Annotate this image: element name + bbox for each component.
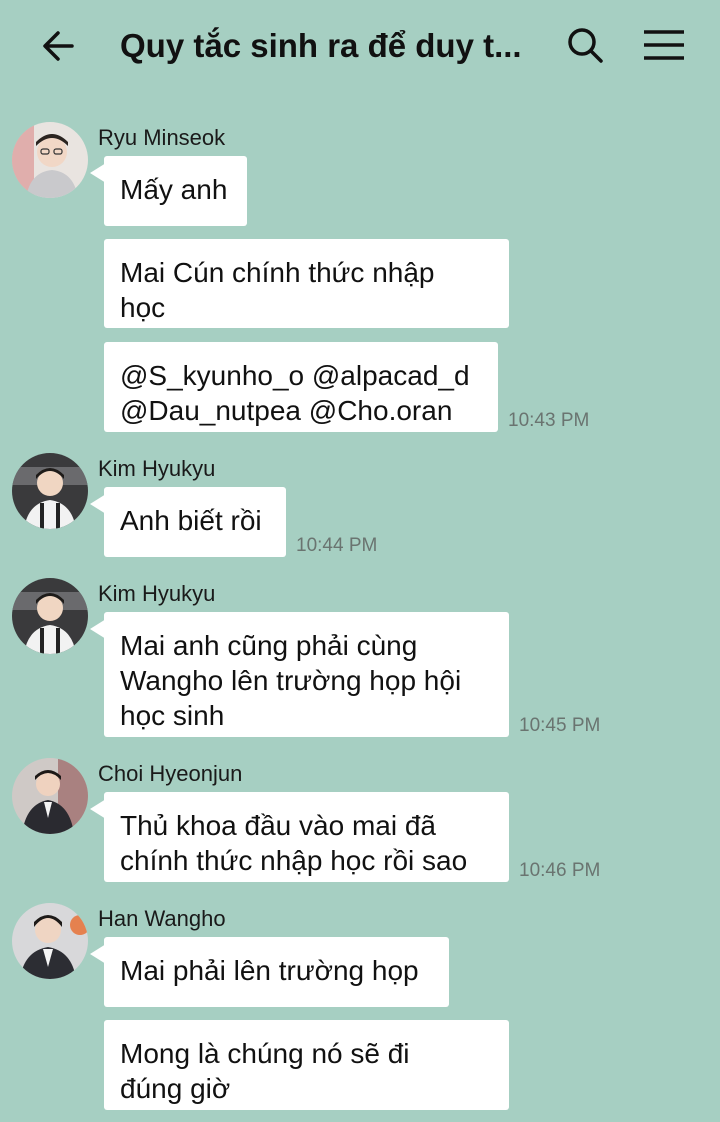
message-text: Mai phải lên trường họp [120, 955, 419, 986]
back-button[interactable] [34, 22, 82, 70]
profile-photo-icon [12, 903, 88, 979]
message-bubble[interactable]: Anh biết rồi [104, 487, 286, 557]
menu-button[interactable] [640, 22, 688, 68]
message-text: Mấy anh [120, 174, 228, 205]
message-bubble[interactable]: Mai phải lên trường họp [104, 937, 449, 1007]
message-text: @S_kyunho_o @alpacad_d [120, 360, 470, 391]
message-bubble[interactable]: Thủ khoa đầu vào mai đã chính thức nhập … [104, 792, 509, 882]
avatar[interactable] [12, 758, 88, 834]
sender-name: Han Wangho [98, 906, 226, 931]
message-text: học [120, 292, 166, 323]
message-timestamp: 10:45 PM [519, 715, 601, 736]
profile-photo-icon [12, 453, 88, 529]
message-timestamp: 10:43 PM [508, 410, 590, 431]
message-timestamp: 10:46 PM [519, 860, 601, 881]
message-text: Mai anh cũng phải cùng [120, 630, 418, 661]
profile-photo-icon [12, 122, 88, 198]
sender-name: Kim Hyukyu [98, 456, 216, 481]
hamburger-menu-icon [644, 30, 684, 60]
message-bubble[interactable]: Mấy anh [104, 156, 247, 226]
message-text: Mong là chúng nó sẽ đi [120, 1038, 410, 1069]
message-text: Anh biết rồi [120, 505, 262, 536]
avatar[interactable] [12, 578, 88, 654]
message-text: Thủ khoa đầu vào mai đã [120, 810, 436, 841]
message-text: Mai Cún chính thức nhập [120, 257, 435, 288]
message-text: @Dau_nutpea @Cho.oran [120, 395, 453, 426]
avatar[interactable] [12, 122, 88, 198]
message-text: học sinh [120, 700, 225, 731]
sender-name: Choi Hyeonjun [98, 761, 243, 786]
message-timestamp: 10:44 PM [296, 535, 378, 556]
message-text: Wangho lên trường họp hội [120, 665, 462, 696]
arrow-left-icon [43, 31, 74, 61]
profile-photo-icon [12, 578, 88, 654]
sender-name: Kim Hyukyu [98, 581, 216, 606]
sender-name: Ryu Minseok [98, 125, 226, 150]
search-icon [568, 28, 603, 63]
message-text: chính thức nhập học rồi sao [120, 845, 468, 876]
message-bubble[interactable]: Mong là chúng nó sẽ đi đúng giờ [104, 1020, 509, 1110]
profile-photo-icon [12, 758, 88, 834]
message-bubble[interactable]: Mai anh cũng phải cùng Wangho lên trường… [104, 612, 509, 737]
message-bubble[interactable]: Mai Cún chính thức nhập học [104, 239, 509, 328]
message-bubble[interactable]: @S_kyunho_o @alpacad_d @Dau_nutpea @Cho.… [104, 342, 498, 432]
avatar[interactable] [12, 903, 88, 979]
search-button[interactable] [562, 22, 608, 68]
chat-title: Quy tắc sinh ra để duy t... [120, 27, 522, 64]
avatar[interactable] [12, 453, 88, 529]
message-text: đúng giờ [120, 1073, 231, 1104]
chat-header: Quy tắc sinh ra để duy t... [0, 0, 720, 92]
